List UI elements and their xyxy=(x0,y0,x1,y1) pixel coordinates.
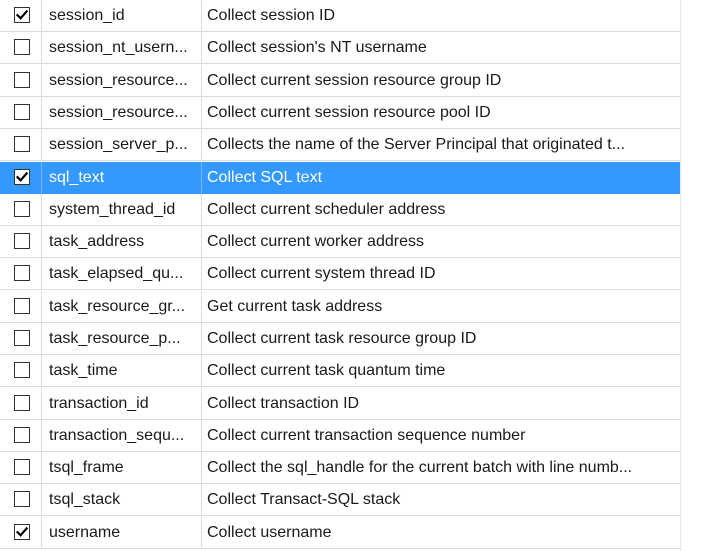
table-row[interactable]: task_address Collect current worker addre… xyxy=(0,226,680,258)
field-name: session_resource... xyxy=(42,65,202,97)
row-checkbox[interactable] xyxy=(14,201,30,217)
table-row[interactable]: task_time Collect current task quantum ti… xyxy=(0,355,680,387)
field-name: session_id xyxy=(42,0,202,32)
field-description: Collect transaction ID xyxy=(207,395,360,412)
checkbox-cell xyxy=(0,355,42,387)
table-row[interactable]: session_resource... Collect current sessi… xyxy=(0,97,680,129)
field-name: task_resource_p... xyxy=(42,323,202,355)
event-fields-grid[interactable]: session_id Collect session ID session_nt_u… xyxy=(0,0,680,551)
table-row[interactable]: tsql_frame Collect the sql_handle for the… xyxy=(0,452,680,484)
checkmark-icon xyxy=(16,171,28,182)
field-name: session_server_p... xyxy=(42,129,202,161)
field-description: Collects the name of the Server Principa… xyxy=(207,136,625,153)
field-name: session_nt_usern... xyxy=(42,32,202,64)
row-checkbox[interactable] xyxy=(14,169,30,185)
field-name: task_time xyxy=(42,355,202,387)
row-checkbox[interactable] xyxy=(14,298,30,314)
field-description: Collect the sql_handle for the current b… xyxy=(207,459,633,476)
checkbox-cell xyxy=(0,517,42,549)
checkbox-cell xyxy=(0,484,42,516)
checkbox-cell xyxy=(0,97,42,129)
table-row[interactable]: system_thread_id Collect current schedule… xyxy=(0,194,680,226)
table-row[interactable]: task_elapsed_qu... Collect current system… xyxy=(0,258,680,290)
field-name: tsql_stack xyxy=(42,484,202,516)
field-description: Collect current task quantum time xyxy=(207,362,446,379)
field-name: task_elapsed_qu... xyxy=(42,258,202,290)
checkbox-cell xyxy=(0,258,42,290)
row-checkbox[interactable] xyxy=(14,7,30,23)
field-name: sql_text xyxy=(42,162,202,194)
checkbox-cell xyxy=(0,65,42,97)
table-row[interactable]: sql_text Collect SQL text xyxy=(0,162,680,194)
table-row[interactable]: session_id Collect session ID xyxy=(0,0,680,32)
checkbox-cell xyxy=(0,32,42,64)
table-row[interactable]: transaction_sequ... Collect current trans… xyxy=(0,420,680,452)
field-name: system_thread_id xyxy=(42,194,202,226)
right-gutter xyxy=(680,0,710,551)
table-row[interactable]: username Collect username xyxy=(0,517,680,549)
field-name: username xyxy=(42,517,202,549)
field-name: task_resource_gr... xyxy=(42,291,202,323)
checkbox-cell xyxy=(0,452,42,484)
row-checkbox[interactable] xyxy=(14,136,30,152)
row-checkbox[interactable] xyxy=(14,395,30,411)
checkbox-cell xyxy=(0,0,42,32)
field-name: tsql_frame xyxy=(42,452,202,484)
checkbox-cell xyxy=(0,129,42,161)
row-checkbox[interactable] xyxy=(14,524,30,540)
table-row[interactable]: session_nt_usern... Collect session's NT … xyxy=(0,32,680,64)
field-description: Collect session ID xyxy=(207,7,336,24)
row-checkbox[interactable] xyxy=(14,39,30,55)
row-checkbox[interactable] xyxy=(14,233,30,249)
table-row[interactable]: task_resource_gr... Get current task addr… xyxy=(0,291,680,323)
checkbox-cell xyxy=(0,162,42,194)
field-description: Collect username xyxy=(207,524,332,541)
row-checkbox[interactable] xyxy=(14,491,30,507)
field-name: transaction_id xyxy=(42,388,202,420)
table-row[interactable]: session_server_p... Collects the name of … xyxy=(0,129,680,161)
table-row[interactable]: transaction_id Collect transaction ID xyxy=(0,388,680,420)
field-description: Collect current system thread ID xyxy=(207,265,436,282)
field-description: Collect current scheduler address xyxy=(207,201,446,218)
table-row[interactable]: tsql_stack Collect Transact-SQL stack xyxy=(0,484,680,516)
checkbox-cell xyxy=(0,420,42,452)
field-description: Collect SQL text xyxy=(207,169,323,186)
checkmark-icon xyxy=(16,526,28,537)
checkbox-cell xyxy=(0,226,42,258)
field-name: task_address xyxy=(42,226,202,258)
row-checkbox[interactable] xyxy=(14,427,30,443)
checkbox-cell xyxy=(0,388,42,420)
table-row[interactable]: task_resource_p... Collect current task r… xyxy=(0,323,680,355)
field-description: Get current task address xyxy=(207,298,383,315)
field-description: Collect current session resource group I… xyxy=(207,72,502,89)
field-description: Collect Transact-SQL stack xyxy=(207,491,401,508)
row-checkbox[interactable] xyxy=(14,362,30,378)
row-checkbox[interactable] xyxy=(14,72,30,88)
field-name: transaction_sequ... xyxy=(42,420,202,452)
row-checkbox[interactable] xyxy=(14,104,30,120)
row-checkbox[interactable] xyxy=(14,459,30,475)
field-description: Collect current session resource pool ID xyxy=(207,104,491,121)
table-row[interactable]: session_resource... Collect current sessi… xyxy=(0,65,680,97)
field-name: session_resource... xyxy=(42,97,202,129)
field-description: Collect current transaction sequence num… xyxy=(207,427,526,444)
row-checkbox[interactable] xyxy=(14,265,30,281)
field-description: Collect current task resource group ID xyxy=(207,330,477,347)
checkbox-cell xyxy=(0,291,42,323)
checkbox-cell xyxy=(0,194,42,226)
field-description: Collect current worker address xyxy=(207,233,424,250)
checkmark-icon xyxy=(16,9,28,20)
row-checkbox[interactable] xyxy=(14,330,30,346)
checkbox-cell xyxy=(0,323,42,355)
field-description: Collect session's NT username xyxy=(207,39,427,56)
